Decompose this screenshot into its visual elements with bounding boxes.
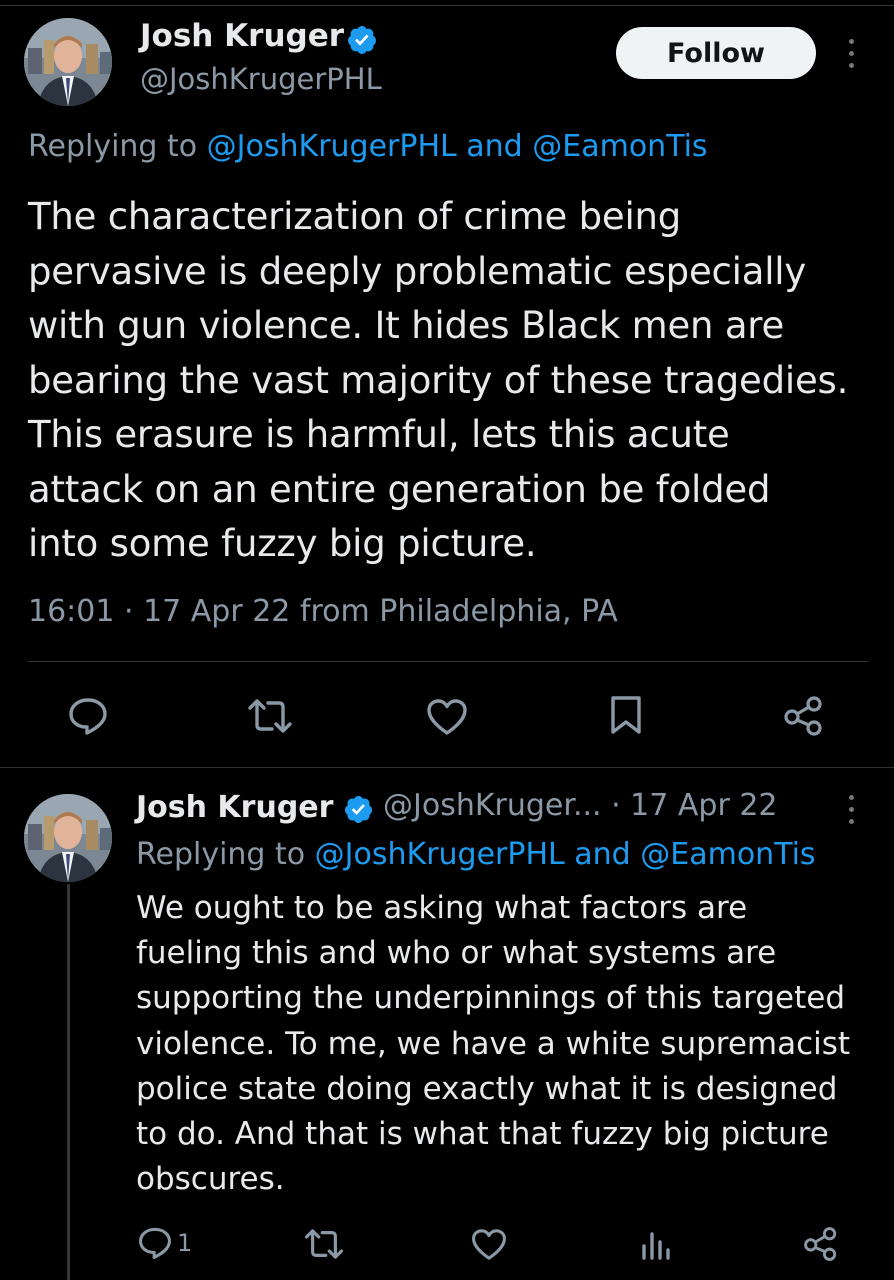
avatar[interactable] xyxy=(24,794,112,882)
like-icon xyxy=(427,699,467,735)
replying-to: Replying to @JoshKrugerPHL and @EamonTis xyxy=(28,129,708,164)
author-handle[interactable]: @JoshKrugerPHL xyxy=(140,62,382,96)
replying-to: Replying to @JoshKrugerPHL and @EamonTis xyxy=(136,837,816,872)
reply-mention-link[interactable]: @JoshKrugerPHL xyxy=(315,837,565,872)
tweet-text: The characterization of crime being perv… xyxy=(28,190,878,572)
verified-badge-icon xyxy=(346,24,378,56)
retweet-icon xyxy=(248,699,292,733)
reply-mention-joiner: and xyxy=(564,837,641,872)
tweet-text-line: pervasive is deeply problematic especial… xyxy=(28,249,807,293)
tweet-text-line: attack on an entire generation be folded xyxy=(28,467,771,511)
tweet-timestamp[interactable]: 16:01 · 17 Apr 22 from Philadelphia, PA xyxy=(28,594,618,629)
reply-mention-joiner: and xyxy=(456,129,533,164)
author-name[interactable]: Josh Kruger xyxy=(136,790,333,825)
divider xyxy=(0,767,894,768)
more-options-icon[interactable] xyxy=(845,39,857,68)
author-handle[interactable]: @JoshKruger... xyxy=(383,788,602,823)
tweet-text-line: We ought to be asking what factors are xyxy=(136,890,748,926)
avatar[interactable] xyxy=(24,18,112,106)
tweet-text-line: This erasure is harmful, lets this acute xyxy=(28,413,730,456)
verified-badge-icon xyxy=(343,794,374,825)
tweet-text-line: police state doing exactly what it is de… xyxy=(136,1070,838,1107)
views-icon xyxy=(642,1232,670,1260)
tweet-text-line: to do. And that is what that fuzzy big p… xyxy=(136,1116,829,1153)
reply-button[interactable] xyxy=(67,696,109,736)
replying-prefix: Replying to xyxy=(28,129,207,164)
share-icon xyxy=(804,1227,837,1261)
replying-prefix: Replying to xyxy=(136,837,315,872)
tweet-text-line: supporting the underpinnings of this tar… xyxy=(136,980,846,1017)
reply-mention-link[interactable]: @EamonTis xyxy=(640,837,815,872)
tweet-text-line: fueling this and who or what systems are xyxy=(136,935,777,972)
bookmark-button[interactable] xyxy=(608,694,644,736)
tweet-text-line: violence. To me, we have a white suprema… xyxy=(136,1025,851,1062)
like-button[interactable] xyxy=(426,698,468,736)
retweet-button[interactable] xyxy=(303,1228,345,1260)
reply-button[interactable]: 1 xyxy=(137,1226,192,1260)
like-icon xyxy=(472,1229,506,1260)
share-icon xyxy=(784,696,822,736)
bookmark-icon xyxy=(611,696,641,734)
retweet-icon xyxy=(304,1229,344,1259)
share-button[interactable] xyxy=(783,695,825,737)
reply-mention-link[interactable]: @JoshKrugerPHL xyxy=(207,129,457,164)
follow-button[interactable]: Follow xyxy=(616,27,816,79)
tweet-text-line: obscures. xyxy=(136,1161,285,1198)
reply-count: 1 xyxy=(177,1229,193,1257)
tweet-date[interactable]: 17 Apr 22 xyxy=(630,788,777,823)
reply-mention-link[interactable]: @EamonTis xyxy=(532,129,707,164)
tweet-text-line: The characterization of crime being xyxy=(28,195,682,238)
tweet-text-line: bearing the vast majority of these trage… xyxy=(28,358,849,402)
tweet-meta: @JoshKruger... · 17 Apr 22 xyxy=(383,788,778,823)
author-name[interactable]: Josh Kruger xyxy=(140,18,344,54)
reply-icon xyxy=(69,698,107,735)
reply-icon xyxy=(139,1227,171,1259)
thread-line xyxy=(67,884,70,1280)
tweet-text: We ought to be asking what factors are f… xyxy=(136,886,876,1202)
like-button[interactable] xyxy=(471,1228,507,1261)
share-button[interactable] xyxy=(803,1226,839,1262)
retweet-button[interactable] xyxy=(246,698,294,734)
tweet-text-line: with gun violence. It hides Black men ar… xyxy=(28,304,785,347)
views-button[interactable] xyxy=(640,1226,672,1260)
more-options-icon[interactable] xyxy=(845,795,857,824)
tweet-text-line: into some fuzzy big picture. xyxy=(28,522,537,565)
divider xyxy=(28,661,868,662)
top-divider xyxy=(0,5,894,6)
meta-separator: · xyxy=(601,788,631,823)
